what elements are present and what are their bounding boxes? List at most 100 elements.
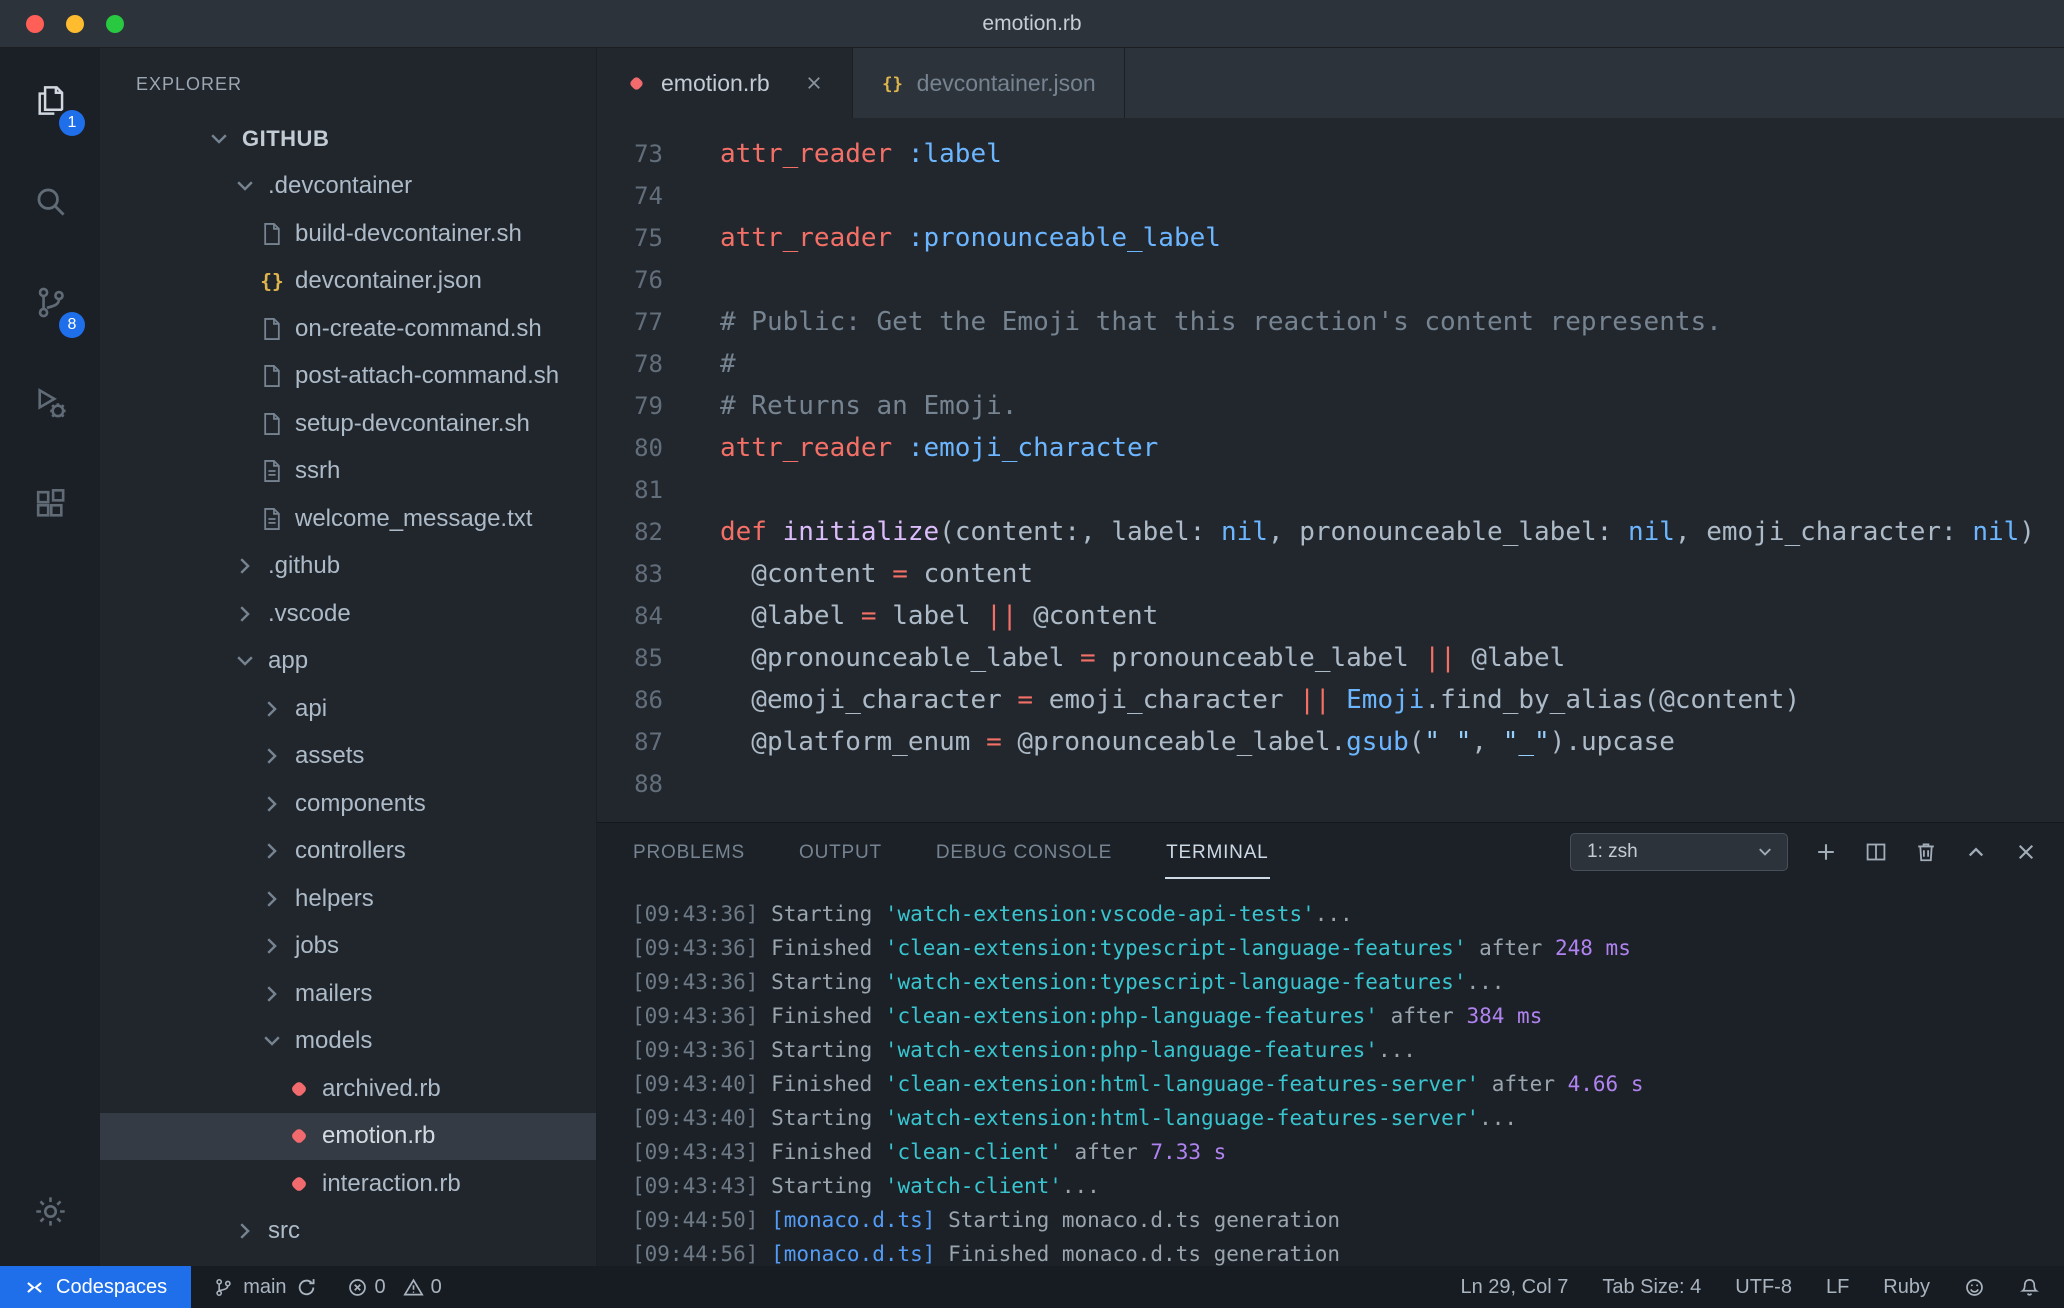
eol-setting[interactable]: LF (1826, 1276, 1849, 1299)
feedback-button[interactable] (1964, 1277, 1985, 1298)
settings-button[interactable] (0, 1161, 100, 1262)
codespaces-label: Codespaces (56, 1275, 168, 1298)
activity-extensions-button[interactable] (0, 454, 100, 555)
panel-controls: 1: zsh (1570, 833, 2038, 871)
tree-item-archived-rb[interactable]: archived.rb (100, 1065, 596, 1113)
panel-tab-debug-console[interactable]: DEBUG CONSOLE (935, 826, 1113, 879)
terminal-line-2: [09:43:36] Finished 'clean-extension:typ… (632, 936, 1631, 960)
activity-bar: 18 (0, 48, 100, 1266)
line-number: 83 (634, 560, 663, 588)
line-number: 85 (634, 644, 663, 672)
shell-select-value: 1: zsh (1587, 841, 1638, 862)
terminal-output[interactable]: [09:43:36] Starting 'watch-extension:vsc… (597, 881, 2064, 1266)
tab-devcontainer-json[interactable]: {} devcontainer.json (853, 48, 1125, 118)
tree-item-label: interaction.rb (322, 1169, 461, 1197)
activity-search-button[interactable] (0, 151, 100, 252)
close-panel-button[interactable] (2014, 840, 2038, 864)
tab-label: devcontainer.json (916, 69, 1096, 96)
zoom-window-button[interactable] (106, 15, 124, 33)
tree-item-label: ssrh (295, 457, 341, 485)
tree-item-vscode[interactable]: .vscode (100, 590, 596, 638)
language-mode[interactable]: Ruby (1883, 1276, 1930, 1299)
tree-item-ssrh[interactable]: ssrh (100, 448, 596, 496)
chevron-right-icon (259, 743, 285, 769)
notifications-button[interactable] (2019, 1277, 2040, 1298)
cursor-position[interactable]: Ln 29, Col 7 (1460, 1276, 1568, 1299)
tree-item-devcontainer[interactable]: .devcontainer (100, 163, 596, 211)
tree-item-src[interactable]: src (100, 1208, 596, 1256)
activity-source-control-button[interactable]: 8 (0, 252, 100, 353)
tree-item-setup-devcontainer-sh[interactable]: setup-devcontainer.sh (100, 400, 596, 448)
tree-item-interaction-rb[interactable]: interaction.rb (100, 1160, 596, 1208)
tree-item-label: devcontainer.json (295, 267, 482, 295)
svg-text:{}: {} (260, 270, 283, 293)
tree-item-emotion-rb[interactable]: emotion.rb (100, 1112, 596, 1160)
kill-terminal-button[interactable] (1914, 840, 1938, 864)
panel-tab-terminal[interactable]: TERMINAL (1165, 826, 1270, 879)
maximize-panel-button[interactable] (1964, 840, 1988, 864)
tree-item-mailers[interactable]: mailers (100, 970, 596, 1018)
gear-icon (32, 1193, 69, 1230)
tree-item-label: src (268, 1217, 300, 1245)
tree-item-devcontainer-json[interactable]: {} devcontainer.json (100, 258, 596, 306)
activity-run-debug-button[interactable] (0, 353, 100, 454)
code-line-81: 81 (597, 469, 2064, 511)
line-number: 82 (634, 518, 663, 546)
terminal-line-4: [09:43:36] Finished 'clean-extension:php… (632, 1004, 1543, 1028)
panel-tab-output[interactable]: OUTPUT (798, 826, 883, 879)
vscode-window: { "window": { "title": "emotion.rb" }, "… (0, 0, 2064, 1308)
codespaces-remote-button[interactable]: Codespaces (0, 1266, 192, 1308)
warnings-icon (403, 1277, 424, 1298)
search-icon (32, 183, 69, 220)
file-file-icon (259, 363, 285, 389)
text-file-icon (259, 506, 285, 532)
branch-indicator[interactable]: main (213, 1276, 316, 1299)
tree-item-build-devcontainer-sh[interactable]: build-devcontainer.sh (100, 210, 596, 258)
error-count: 0 (374, 1275, 386, 1298)
panel-tab-problems[interactable]: PROBLEMS (632, 826, 746, 879)
tree-item-post-attach-command-sh[interactable]: post-attach-command.sh (100, 353, 596, 401)
explorer-badge: 1 (59, 110, 85, 136)
tree-item-models[interactable]: models (100, 1018, 596, 1066)
line-number: 78 (634, 350, 663, 378)
new-terminal-button[interactable] (1814, 840, 1838, 864)
tree-item-controllers[interactable]: controllers (100, 828, 596, 876)
encoding-setting[interactable]: UTF-8 (1735, 1276, 1792, 1299)
terminal-line-9: [09:43:43] Starting 'watch-client'... (632, 1174, 1100, 1198)
chevron-right-icon (259, 838, 285, 864)
close-icon[interactable] (804, 73, 824, 93)
window-title: emotion.rb (982, 11, 1082, 35)
tree-item-app[interactable]: app (100, 638, 596, 686)
chevron-down-icon (232, 173, 258, 199)
tab-emotion-rb[interactable]: emotion.rb (597, 48, 853, 118)
minimize-window-button[interactable] (66, 15, 84, 33)
code-editor[interactable]: 73 attr_reader :label 74 75 attr_reader :pro… (597, 118, 2064, 822)
tree-item-github[interactable]: .github (100, 543, 596, 591)
errors-icon (347, 1277, 368, 1298)
terminal-shell-select[interactable]: 1: zsh (1570, 833, 1788, 871)
tree-item-assets[interactable]: assets (100, 733, 596, 781)
indentation-setting[interactable]: Tab Size: 4 (1602, 1276, 1701, 1299)
tree-item-welcome-message-txt[interactable]: welcome_message.txt (100, 495, 596, 543)
terminal-line-8: [09:43:43] Finished 'clean-client' after… (632, 1140, 1227, 1164)
tree-item-helpers[interactable]: helpers (100, 875, 596, 923)
problems-indicator[interactable]: 0 0 (347, 1276, 452, 1299)
tree-item-api[interactable]: api (100, 685, 596, 733)
tree-root-github[interactable]: GITHUB (100, 115, 596, 163)
chevron-down-icon (206, 126, 232, 152)
tree-item-on-create-command-sh[interactable]: on-create-command.sh (100, 305, 596, 353)
terminal-line-10: [09:44:50] [monaco.d.ts] Starting monaco… (632, 1208, 1341, 1232)
sync-icon (296, 1277, 317, 1298)
close-window-button[interactable] (26, 15, 44, 33)
tree-item-label: api (295, 694, 328, 722)
split-terminal-button[interactable] (1864, 840, 1888, 864)
tree-item-label: welcome_message.txt (295, 504, 533, 532)
tree-item-label: components (295, 789, 426, 817)
ruby-file-icon (286, 1123, 312, 1149)
tree-item-components[interactable]: components (100, 780, 596, 828)
line-number: 84 (634, 602, 663, 630)
tree-item-label: helpers (295, 884, 374, 912)
tree-item-jobs[interactable]: jobs (100, 923, 596, 971)
activity-explorer-button[interactable]: 1 (0, 50, 100, 151)
text-file-icon (259, 458, 285, 484)
